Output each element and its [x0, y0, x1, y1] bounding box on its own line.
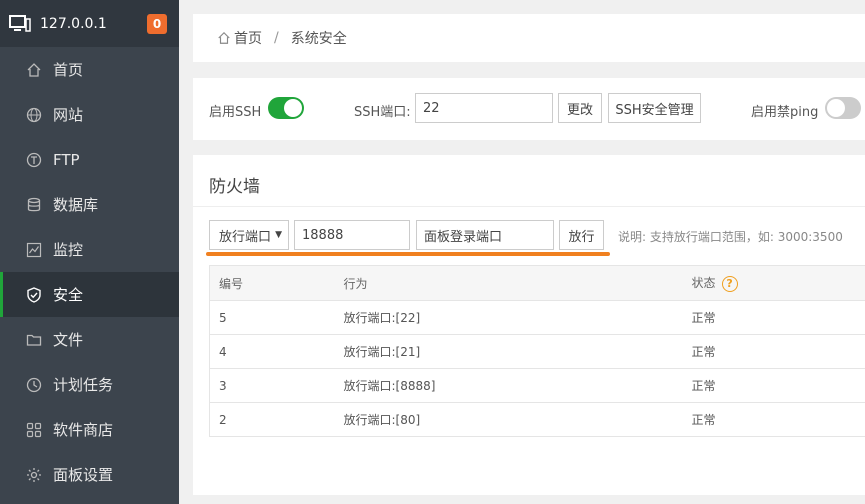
sidebar: 127.0.0.1 0 首页 网站 FTP 数据库 监控 安全 文件 计划任务 … [0, 0, 179, 504]
home-icon [25, 61, 43, 79]
ssh-settings-panel: 启用SSH SSH端口: 更改 SSH安全管理 启用禁ping [193, 78, 865, 140]
sidebar-item-monitor[interactable]: 监控 [0, 227, 179, 272]
firewall-rules-table: 编号 行为 状态? 5 放行端口:[22] 正常 4 放行端口:[21] 正常 … [209, 265, 865, 437]
rule-status: 正常 [691, 368, 865, 403]
globe-icon [25, 106, 43, 124]
database-icon [25, 196, 43, 214]
ssh-port-input[interactable] [415, 93, 553, 123]
table-row: 4 放行端口:[21] 正常 [209, 334, 865, 369]
sidebar-item-label: 文件 [53, 331, 84, 349]
sidebar-item-label: 安全 [53, 286, 84, 304]
column-header-action: 行为 [343, 265, 692, 301]
rule-id: 4 [209, 334, 344, 369]
sidebar-item-security[interactable]: 安全 [0, 272, 179, 317]
firewall-panel: 防火墙 放行端口 ▼ 放行 说明: 支持放行端口范围，如: 3000:3500 … [193, 155, 865, 495]
rule-status: 正常 [691, 334, 865, 369]
sidebar-item-label: 首页 [53, 61, 84, 79]
ping-disable-label: 启用禁ping [751, 105, 819, 120]
monitor-icon [8, 14, 32, 34]
ssh-port-label: SSH端口: [354, 105, 411, 120]
sidebar-item-cron[interactable]: 计划任务 [0, 362, 179, 407]
home-icon[interactable] [217, 31, 231, 45]
rule-action: 放行端口:[21] [343, 334, 692, 369]
allow-port-button[interactable]: 放行 [559, 220, 604, 250]
rule-action: 放行端口:[80] [343, 402, 692, 437]
toggle-knob [284, 99, 302, 117]
rule-action: 放行端口:[22] [343, 300, 692, 335]
sidebar-header: 127.0.0.1 0 [0, 0, 179, 47]
sidebar-item-home[interactable]: 首页 [0, 47, 179, 92]
port-input[interactable] [294, 220, 410, 250]
column-header-id: 编号 [209, 265, 344, 301]
sidebar-item-label: 面板设置 [53, 466, 114, 484]
ftp-icon [25, 151, 43, 169]
rule-id: 2 [209, 402, 344, 437]
breadcrumb-home[interactable]: 首页 [234, 28, 262, 48]
rule-type-select[interactable]: 放行端口 ▼ [209, 220, 289, 250]
sidebar-item-label: 计划任务 [53, 376, 114, 394]
shield-icon [25, 286, 43, 304]
rule-action: 放行端口:[8888] [343, 368, 692, 403]
table-header-row: 编号 行为 状态? [209, 265, 865, 301]
ssh-enable-label: 启用SSH [209, 105, 262, 120]
help-icon[interactable]: ? [721, 275, 738, 292]
main-content: 首页 / 系统安全 启用SSH SSH端口: 更改 SSH安全管理 启用禁pin… [179, 0, 865, 504]
sidebar-item-store[interactable]: 软件商店 [0, 407, 179, 452]
sidebar-item-database[interactable]: 数据库 [0, 182, 179, 227]
caret-down-icon: ▼ [275, 230, 282, 240]
clock-icon [25, 376, 43, 394]
folder-icon [25, 331, 43, 349]
column-header-status: 状态? [691, 265, 865, 301]
rule-status: 正常 [691, 402, 865, 437]
rule-status: 正常 [691, 300, 865, 335]
sidebar-item-label: 网站 [53, 106, 84, 124]
sidebar-item-files[interactable]: 文件 [0, 317, 179, 362]
change-port-button[interactable]: 更改 [558, 93, 602, 123]
rule-id: 5 [209, 300, 344, 335]
notification-badge[interactable]: 0 [147, 13, 167, 34]
select-value: 放行端口 [219, 229, 272, 245]
ssh-toggle[interactable] [268, 97, 304, 119]
table-row: 5 放行端口:[22] 正常 [209, 300, 865, 335]
breadcrumb-separator: / [274, 30, 279, 46]
table-row: 2 放行端口:[80] 正常 [209, 402, 865, 437]
grid-icon [25, 421, 43, 439]
sidebar-item-settings[interactable]: 面板设置 [0, 452, 179, 497]
toggle-knob [827, 99, 845, 117]
divider [193, 206, 865, 207]
remark-input[interactable] [416, 220, 554, 250]
sidebar-item-label: 数据库 [53, 196, 99, 214]
sidebar-item-websites[interactable]: 网站 [0, 92, 179, 137]
ssh-manage-button[interactable]: SSH安全管理 [608, 93, 701, 123]
sidebar-item-label: 监控 [53, 241, 84, 259]
monitor-chart-icon [25, 241, 43, 259]
server-host: 127.0.0.1 [40, 15, 107, 32]
sidebar-item-ftp[interactable]: FTP [0, 137, 179, 182]
sidebar-item-label: 软件商店 [53, 421, 114, 439]
gear-icon [25, 466, 43, 484]
port-range-hint: 说明: 支持放行端口范围，如: 3000:3500 [618, 230, 843, 244]
breadcrumb: 首页 / 系统安全 [193, 14, 865, 62]
firewall-title: 防火墙 [209, 177, 260, 197]
sidebar-item-label: FTP [53, 150, 80, 169]
breadcrumb-current: 系统安全 [290, 31, 347, 47]
ping-toggle[interactable] [825, 97, 861, 119]
rule-id: 3 [209, 368, 344, 403]
table-row: 3 放行端口:[8888] 正常 [209, 368, 865, 403]
highlight-underline [206, 252, 610, 256]
